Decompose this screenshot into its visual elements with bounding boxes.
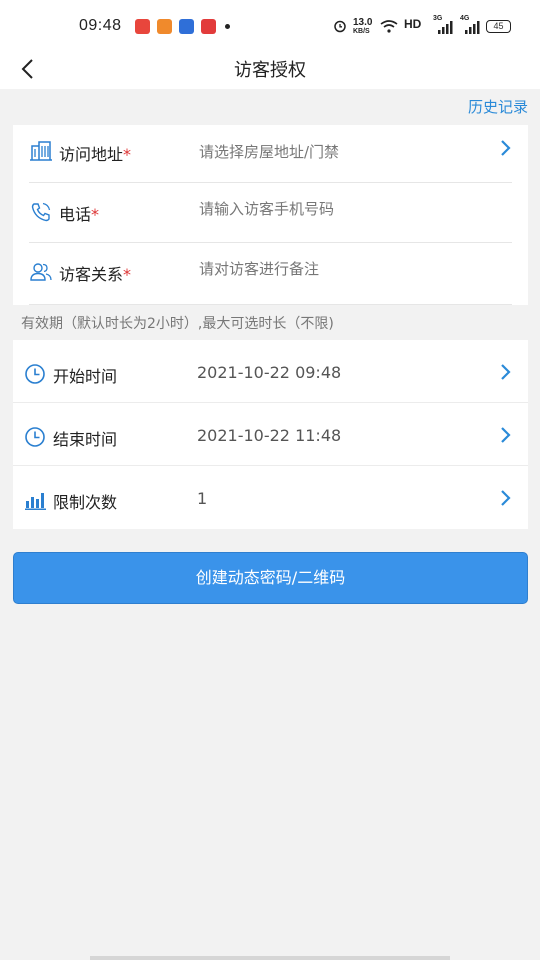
end-time-row[interactable]: 结束时间 2021-10-22 11:48 (13, 403, 528, 466)
end-time-value: 2021-10-22 11:48 (197, 426, 342, 445)
start-time-row[interactable]: 开始时间 2021-10-22 09:48 (13, 340, 528, 403)
phone-row[interactable]: 电话* 请输入访客手机号码 (13, 183, 528, 243)
alarm-icon (334, 20, 346, 33)
required-mark: * (123, 145, 132, 164)
history-link[interactable]: 历史记录 (468, 96, 528, 117)
battery-indicator: 45 (486, 20, 511, 33)
phone-label: 电话 (59, 205, 92, 224)
required-mark: * (123, 265, 132, 284)
phone-input[interactable]: 请输入访客手机号码 (199, 198, 334, 219)
relation-row[interactable]: 访客关系* 请对访客进行备注 (13, 243, 528, 305)
phone-icon (31, 202, 51, 222)
relation-label: 访客关系 (59, 265, 124, 284)
phone-label-wrap: 电话* (59, 201, 99, 225)
notification-app-icon (179, 19, 194, 34)
nav-bar: 访客授权 (0, 50, 540, 89)
relation-input[interactable]: 请对访客进行备注 (199, 258, 319, 279)
create-password-qrcode-button[interactable]: 创建动态密码/二维码 (13, 552, 528, 604)
address-label-wrap: 访问地址* (59, 141, 131, 165)
signal-icon (438, 21, 453, 34)
row-divider (29, 304, 512, 305)
schedule-card: 开始时间 2021-10-22 09:48 结束时间 2021-10-22 11… (13, 340, 528, 529)
hd-label: HD (404, 17, 422, 31)
chevron-right-icon (501, 427, 511, 443)
chevron-right-icon (501, 490, 511, 506)
chevron-right-icon (501, 140, 511, 156)
limit-count-row[interactable]: 限制次数 1 (13, 466, 528, 529)
clock-icon (25, 364, 45, 384)
more-notifications-dot (225, 24, 230, 29)
relation-label-wrap: 访客关系* (59, 261, 131, 285)
notification-app-icon (201, 19, 216, 34)
limit-count-label: 限制次数 (53, 493, 118, 512)
net-speed-value: 13.0 (353, 17, 373, 28)
bar-chart-icon (25, 493, 46, 510)
start-time-label: 开始时间 (53, 367, 118, 386)
notification-app-icon (135, 19, 150, 34)
start-time-value: 2021-10-22 09:48 (197, 363, 342, 382)
status-bar: 09:48 13.0 KB/S HD 3G 4G 45 (0, 0, 540, 50)
clock-icon (25, 427, 45, 447)
limit-count-value: 1 (197, 489, 208, 508)
status-time: 09:48 (79, 17, 122, 34)
page-title: 访客授权 (234, 60, 306, 81)
wifi-icon (380, 20, 398, 33)
address-label: 访问地址 (59, 145, 124, 164)
gesture-bar (90, 956, 450, 960)
building-icon (30, 141, 52, 161)
address-placeholder: 请选择房屋地址/门禁 (199, 143, 340, 161)
net-speed-unit: KB/S (353, 28, 370, 35)
required-mark: * (91, 205, 100, 224)
chevron-right-icon (501, 364, 511, 380)
visitor-info-card: 访问地址* 请选择房屋地址/门禁 电话* 请输入访客手机号码 访客关系* 请对访… (13, 125, 528, 305)
signal-icon (465, 21, 480, 34)
people-icon (30, 263, 52, 281)
notification-app-icon (157, 19, 172, 34)
address-row[interactable]: 访问地址* 请选择房屋地址/门禁 (13, 125, 528, 183)
end-time-label: 结束时间 (53, 430, 118, 449)
validity-note: 有效期（默认时长为2小时）,最大可选时长（不限) (21, 316, 334, 332)
